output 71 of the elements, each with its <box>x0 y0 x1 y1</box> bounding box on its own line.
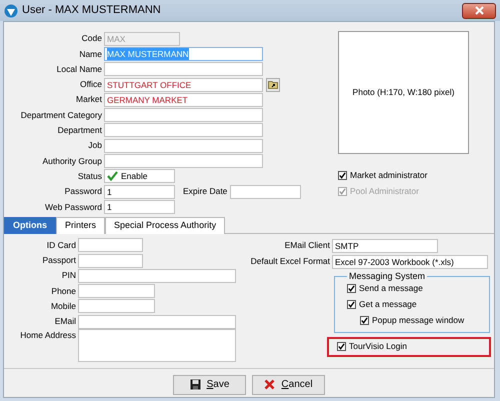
field-label: Web Password <box>44 200 103 214</box>
checkbox-label: Market administrator <box>350 168 428 182</box>
browse-button[interactable] <box>266 78 280 92</box>
text-field[interactable] <box>78 268 236 283</box>
field-label: Job <box>87 139 103 152</box>
field-label: Authority Group <box>41 154 103 168</box>
save-button[interactable]: Save <box>173 374 246 395</box>
status-value: Enable <box>121 170 148 183</box>
text-field[interactable] <box>78 314 236 329</box>
text-field[interactable]: 1 <box>104 200 175 214</box>
text-field[interactable]: 1 <box>104 184 175 199</box>
text-field[interactable]: Excel 97-2003 Workbook (*.xls) <box>332 254 488 269</box>
selected-text: MAX MUSTERMANN <box>107 48 189 60</box>
text-field[interactable] <box>104 123 263 138</box>
tab[interactable]: Special Process Authority <box>105 216 226 234</box>
folder-icon <box>268 80 278 90</box>
save-icon <box>190 379 201 390</box>
checkbox-label: Get a message <box>359 298 417 311</box>
field-label: Market <box>75 93 103 106</box>
field-label: Mobile <box>50 300 77 313</box>
checkbox-label: Popup message window <box>372 314 464 327</box>
field-label: Department Category <box>20 108 103 122</box>
checkbox[interactable] <box>338 170 347 180</box>
text-field[interactable] <box>78 254 143 268</box>
text-area[interactable] <box>78 329 236 362</box>
text-field[interactable] <box>230 184 302 199</box>
field-label: Name <box>78 48 103 60</box>
field-label: Passport <box>41 254 77 267</box>
field-label: Expire Date <box>183 185 228 198</box>
field-label: Local Name <box>56 62 103 76</box>
field-label: Home Address <box>19 329 77 342</box>
close-icon <box>474 6 484 15</box>
field-label: ID Card <box>46 238 77 252</box>
checkbox[interactable] <box>337 342 346 352</box>
photo-caption: Photo (H:170, W:180 pixel) <box>352 86 454 99</box>
status-field[interactable]: Enable <box>104 169 175 184</box>
text-field[interactable] <box>104 138 263 153</box>
field-label: Password <box>64 185 103 198</box>
checkbox-label: Send a message <box>359 282 423 295</box>
tab[interactable]: Options <box>4 216 56 234</box>
text-field[interactable]: GERMANY MARKET <box>104 92 263 107</box>
close-button[interactable] <box>462 2 496 18</box>
field-label: Status <box>76 170 103 183</box>
field-label: Office <box>78 78 103 91</box>
tab[interactable]: Printers <box>56 216 106 234</box>
text-field[interactable]: SMTP <box>332 238 438 253</box>
field-label: Phone <box>50 284 77 298</box>
field-label: EMail <box>54 315 77 328</box>
text-field[interactable] <box>104 154 263 168</box>
checkbox[interactable] <box>347 284 356 294</box>
text-field[interactable]: STUTTGART OFFICE <box>104 78 263 92</box>
field-label: Default Excel Format <box>250 255 331 268</box>
app-icon <box>4 4 18 18</box>
field-label: Department <box>56 124 103 137</box>
checkbox-label: Pool Administrator <box>350 184 419 198</box>
field-label: Code <box>80 32 103 46</box>
text-field[interactable] <box>104 62 263 76</box>
text-field[interactable] <box>104 108 263 122</box>
field-label: EMail Client <box>284 239 331 252</box>
check-icon <box>107 171 118 182</box>
text-field[interactable] <box>78 238 143 252</box>
window-title: User - MAX MUSTERMANN <box>22 3 161 18</box>
close-icon <box>264 379 276 390</box>
checkbox[interactable] <box>347 300 356 310</box>
checkbox-label: TourVisio Login <box>349 340 407 353</box>
text-field[interactable] <box>78 284 155 298</box>
cancel-button[interactable]: Cancel <box>252 374 325 395</box>
field-label: PIN <box>60 269 77 282</box>
group-title: Messaging System <box>348 272 426 281</box>
text-field[interactable] <box>78 299 155 314</box>
checkbox[interactable] <box>360 316 369 326</box>
